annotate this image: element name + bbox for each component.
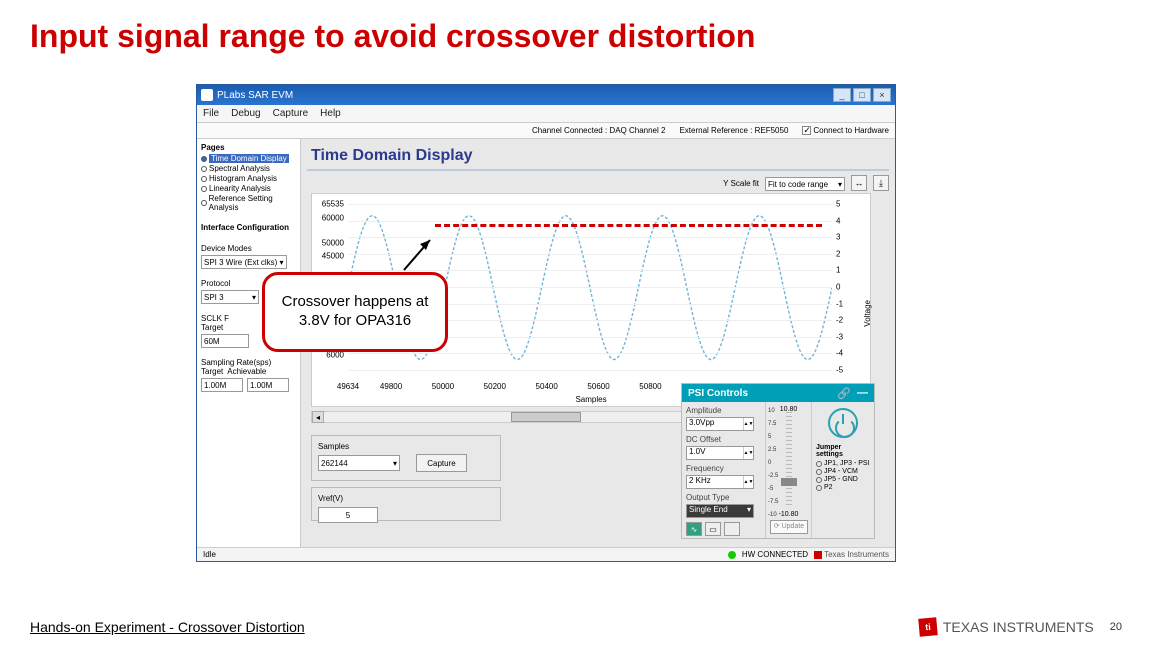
iface-heading: Interface Configuration	[201, 223, 296, 232]
menu-file[interactable]: File	[203, 108, 219, 119]
sampling-label: Sampling Rate(sps)	[201, 358, 296, 367]
page-linearity[interactable]: Linearity Analysis	[201, 184, 296, 193]
vref-input[interactable]: 5	[318, 507, 378, 523]
titlebar: PLabs SAR EVM _ □ ×	[197, 85, 895, 105]
page-spectral[interactable]: Spectral Analysis	[201, 164, 296, 173]
psi-amp-label: Amplitude	[686, 406, 761, 415]
vref-label: Vref(V)	[318, 494, 494, 503]
samp-target-input[interactable]: 1.00M	[201, 378, 243, 392]
export-icon[interactable]: ⤓	[873, 175, 889, 191]
psi-slider[interactable]	[786, 412, 792, 508]
samples-label: Samples	[318, 442, 494, 451]
annotation-arrow-icon	[398, 234, 438, 274]
psi-dc-label: DC Offset	[686, 435, 761, 444]
menu-capture[interactable]: Capture	[273, 108, 309, 119]
psi-freq-label: Frequency	[686, 464, 761, 473]
footer-link[interactable]: Hands-on Experiment - Crossover Distorti…	[30, 619, 305, 635]
samp-target-h: Target	[201, 367, 223, 376]
jumper-heading: Jumper settings	[816, 444, 870, 458]
scroll-left-icon[interactable]: ◂	[312, 411, 324, 423]
window-title: PLabs SAR EVM	[217, 90, 293, 101]
close-button[interactable]: ×	[873, 88, 891, 102]
ti-logo-small: Texas Instruments	[814, 550, 889, 559]
device-modes-label: Device Modes	[201, 244, 296, 253]
protocol-select[interactable]: SPI 3	[201, 290, 259, 304]
status-bar: Idle HW CONNECTED Texas Instruments	[197, 547, 895, 561]
jumper-item: P2	[816, 484, 870, 491]
samples-select[interactable]: 262144	[318, 455, 400, 471]
status-dot-icon	[728, 551, 736, 559]
psi-freq-input[interactable]: 2 KHz▲▼	[686, 475, 754, 489]
samples-panel: Samples 262144 Capture	[311, 435, 501, 481]
power-icon[interactable]	[828, 408, 858, 438]
pages-heading: Pages	[201, 143, 296, 152]
xaxis-label: Samples	[575, 395, 606, 404]
jumper-item: JP4 - VCM	[816, 468, 870, 475]
slide-title: Input signal range to avoid crossover di…	[30, 18, 1122, 55]
page-refsetting[interactable]: Reference Setting Analysis	[201, 194, 296, 212]
psi-dc-input[interactable]: 1.0V▲▼	[686, 446, 754, 460]
psi-wave-sine-icon[interactable]: ∿	[686, 522, 702, 536]
capture-button[interactable]: Capture	[416, 454, 466, 472]
zoom-reset-icon[interactable]: ↔	[851, 175, 867, 191]
psi-out-label: Output Type	[686, 493, 761, 502]
info-channel: Channel Connected : DAQ Channel 2	[532, 126, 665, 135]
psi-update-button[interactable]: ⟳ Update	[770, 520, 808, 534]
samp-ach-input: 1.00M	[247, 378, 289, 392]
psi-wave-blank-icon[interactable]	[724, 522, 740, 536]
main-title: Time Domain Display	[311, 147, 895, 165]
ti-logo: ti TEXAS INSTRUMENTS	[919, 618, 1094, 636]
psi-title: PSI Controls	[688, 388, 748, 399]
yscale-select[interactable]: Fit to code range	[765, 177, 845, 191]
yaxis-right-label: Voltage	[864, 300, 873, 327]
info-bar: Channel Connected : DAQ Channel 2 Extern…	[197, 123, 895, 139]
jumper-item: JP1, JP3 - PSI	[816, 460, 870, 467]
crossover-threshold-line	[435, 224, 822, 227]
page-number: 20	[1110, 621, 1122, 633]
link-icon[interactable]: 🔗	[837, 387, 851, 400]
menu-debug[interactable]: Debug	[231, 108, 260, 119]
psi-amp-input[interactable]: 3.0Vpp▲▼	[686, 417, 754, 431]
minimize-button[interactable]: _	[833, 88, 851, 102]
psi-wave-square-icon[interactable]: ▭	[705, 522, 721, 536]
crossover-callout: Crossover happens at 3.8V for OPA316	[262, 272, 448, 352]
app-icon	[201, 89, 213, 101]
maximize-button[interactable]: □	[853, 88, 871, 102]
samp-ach-h: Achievable	[227, 367, 266, 376]
menubar: File Debug Capture Help	[197, 105, 895, 123]
info-extref: External Reference : REF5050	[679, 126, 788, 135]
psi-controls-panel: PSI Controls 🔗 — Amplitude 3.0Vpp▲▼	[681, 383, 875, 539]
slider-bot-val: -10.80	[766, 511, 811, 518]
info-connect[interactable]: Connect to Hardware	[802, 126, 889, 135]
status-hw: HW CONNECTED	[742, 550, 808, 559]
jumper-item: JP5 - GND	[816, 476, 870, 483]
target-input[interactable]: 60M	[201, 334, 249, 348]
status-idle: Idle	[203, 550, 216, 559]
psi-out-select[interactable]: Single End	[686, 504, 754, 518]
page-time-domain[interactable]: Time Domain Display	[201, 154, 296, 163]
page-histogram[interactable]: Histogram Analysis	[201, 174, 296, 183]
psi-minimize-icon[interactable]: —	[857, 387, 868, 400]
menu-help[interactable]: Help	[320, 108, 341, 119]
yscale-label: Y Scale fit	[723, 179, 759, 188]
vref-panel: Vref(V) 5	[311, 487, 501, 521]
device-modes-select[interactable]: SPI 3 Wire (Ext clks)	[201, 255, 287, 269]
